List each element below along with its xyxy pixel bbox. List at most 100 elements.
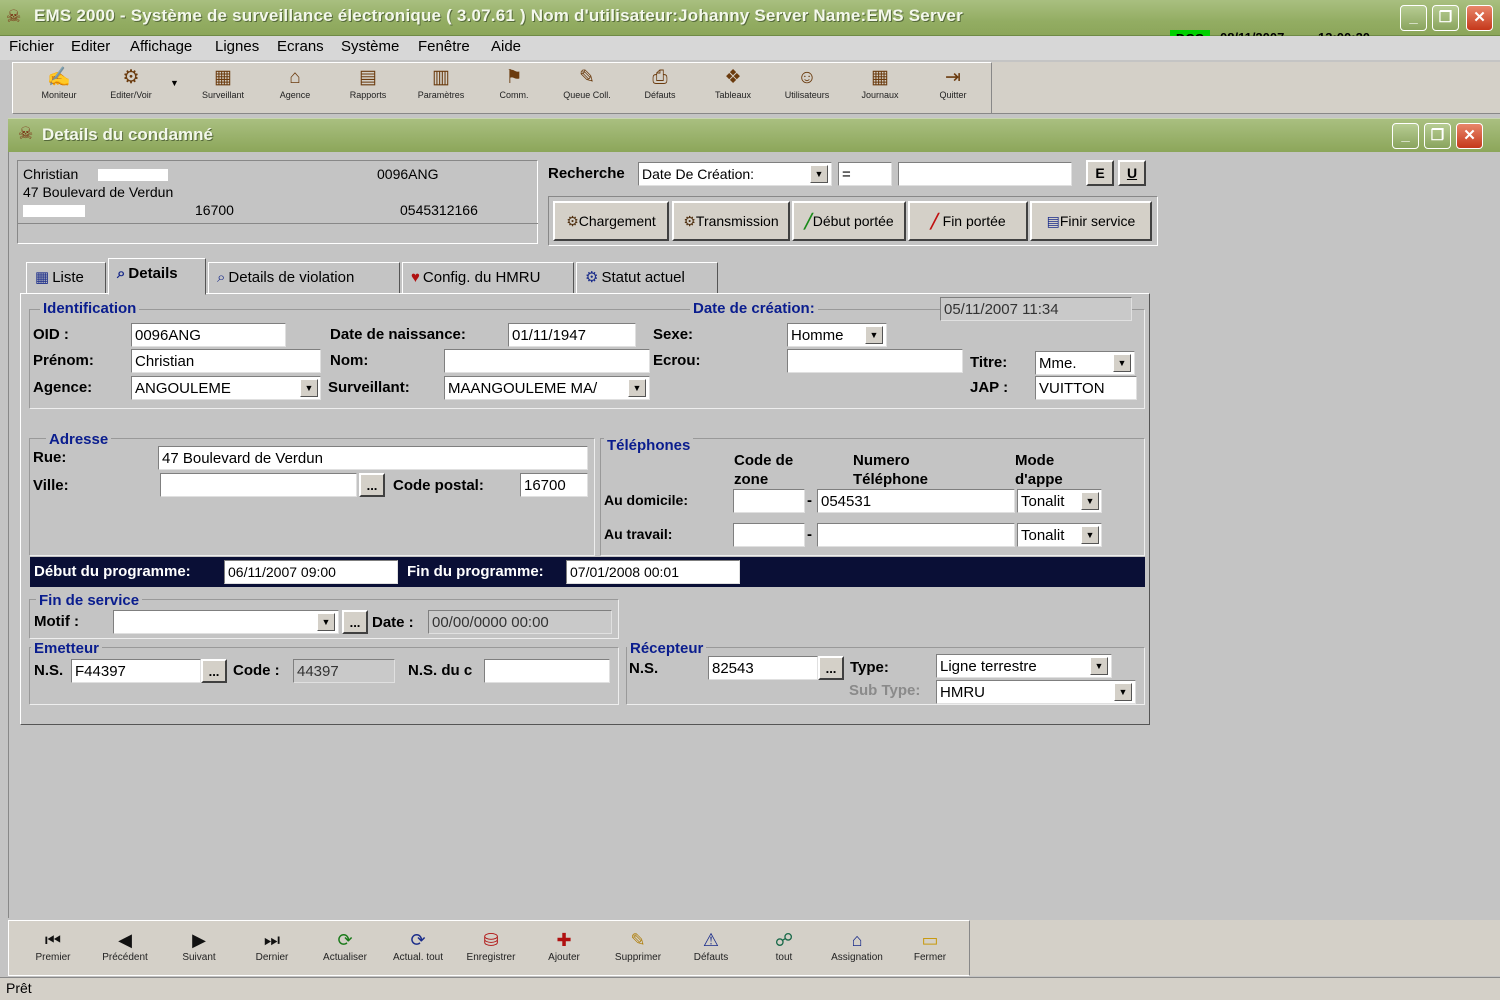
tab-config-hmru[interactable]: ♥ Config. du HMRU bbox=[402, 262, 574, 294]
surveillant-select[interactable]: MAANGOULEME MA/ bbox=[444, 376, 650, 400]
start-range-icon: ╱ bbox=[804, 213, 813, 229]
premier-button[interactable]: ⏮ Premier bbox=[18, 928, 88, 963]
dob-input[interactable]: 01/11/1947 bbox=[508, 323, 636, 347]
motif-select[interactable] bbox=[113, 610, 339, 634]
summary-postal-code: 16700 bbox=[195, 202, 234, 218]
child-close-button[interactable]: ✕ bbox=[1456, 123, 1483, 149]
jap-label: JAP : bbox=[970, 379, 1009, 396]
search-e-button[interactable]: E bbox=[1086, 160, 1114, 186]
search-criterion-chevron-down-icon[interactable]: ▼ bbox=[810, 165, 828, 183]
titre-chevron-down-icon[interactable]: ▼ bbox=[1113, 354, 1131, 372]
ville-input[interactable] bbox=[160, 473, 357, 497]
agence-select[interactable]: ANGOULEME bbox=[131, 376, 321, 400]
ecrou-input[interactable] bbox=[787, 349, 963, 373]
toolbar-utilisateurs-button[interactable]: ☺ Utilisateurs bbox=[772, 66, 842, 110]
rue-input[interactable]: 47 Boulevard de Verdun bbox=[158, 446, 588, 470]
actualiser-button[interactable]: ⟳ Actualiser bbox=[310, 928, 380, 963]
emetteur-ns-lookup-button[interactable]: ... bbox=[201, 659, 227, 683]
enregistrer-button[interactable]: ⛁ Enregistrer bbox=[456, 928, 526, 963]
menu-fichier[interactable]: Fichier bbox=[9, 38, 54, 55]
search-u-button[interactable]: U bbox=[1118, 160, 1146, 186]
child-minimize-button[interactable]: _ bbox=[1392, 123, 1419, 149]
motif-lookup-button[interactable]: ... bbox=[342, 610, 368, 634]
debut-portee-button[interactable]: ╱Début portée bbox=[792, 201, 906, 241]
emetteur-ns-input[interactable]: F44397 bbox=[71, 659, 201, 683]
sex-chevron-down-icon[interactable]: ▼ bbox=[865, 326, 883, 344]
recepteur-ns-lookup-button[interactable]: ... bbox=[818, 656, 844, 680]
toolbar-surveillant-button[interactable]: ▦ Surveillant bbox=[188, 66, 258, 110]
tab-liste[interactable]: ▦ Liste bbox=[26, 262, 106, 294]
menu-aide[interactable]: Aide bbox=[491, 38, 521, 55]
fin-programme-input[interactable]: 07/01/2008 00:01 bbox=[566, 560, 740, 584]
toolbar-tableaux-button[interactable]: ❖ Tableaux bbox=[698, 66, 768, 110]
recepteur-subtype-select[interactable]: HMRU bbox=[936, 680, 1136, 704]
tab-details-violation[interactable]: ⌕ Details de violation bbox=[208, 262, 400, 294]
supprimer-button[interactable]: ✎ Supprimer bbox=[603, 928, 673, 963]
finir-service-button[interactable]: ▤Finir service bbox=[1030, 201, 1152, 241]
search-value-input[interactable] bbox=[898, 162, 1072, 186]
travail-numero-input[interactable] bbox=[817, 523, 1015, 547]
toolbar-rapports-button[interactable]: ▤ Rapports bbox=[333, 66, 403, 110]
prenom-input[interactable]: Christian bbox=[131, 349, 321, 373]
domicile-zone-input[interactable] bbox=[733, 489, 805, 513]
chargement-button[interactable]: ⚙Chargement bbox=[553, 201, 669, 241]
actual-tout-button[interactable]: ⟳ Actual. tout bbox=[383, 928, 453, 963]
recepteur-subtype-chevron-down-icon[interactable]: ▼ bbox=[1114, 683, 1132, 701]
menu-ecrans[interactable]: Ecrans bbox=[277, 38, 324, 55]
surveillant-chevron-down-icon[interactable]: ▼ bbox=[628, 379, 646, 397]
maximize-button[interactable]: ❐ bbox=[1432, 5, 1459, 31]
toolbar-queue-coll-button[interactable]: ✎ Queue Coll. bbox=[552, 66, 622, 110]
recepteur-ns-input[interactable]: 82543 bbox=[708, 656, 818, 680]
code-postal-input[interactable]: 16700 bbox=[520, 473, 588, 497]
travail-zone-input[interactable] bbox=[733, 523, 805, 547]
emetteur-nsduc-input[interactable] bbox=[484, 659, 610, 683]
transmission-button[interactable]: ⚙Transmission bbox=[672, 201, 790, 241]
child-maximize-button[interactable]: ❐ bbox=[1424, 123, 1451, 149]
oid-input[interactable]: 0096ANG bbox=[131, 323, 286, 347]
toolbar-agence-button[interactable]: ⌂ Agence bbox=[260, 66, 330, 110]
recepteur-type-select[interactable]: Ligne terrestre bbox=[936, 654, 1112, 678]
menu-editer[interactable]: Editer bbox=[71, 38, 110, 55]
toolbar-moniteur-button[interactable]: ✍ Moniteur bbox=[24, 66, 94, 110]
defauts-button[interactable]: ⚠ Défauts bbox=[676, 928, 746, 963]
ville-lookup-button[interactable]: ... bbox=[359, 473, 385, 497]
date-fin-label: Date : bbox=[372, 614, 414, 631]
nom-input[interactable] bbox=[444, 349, 650, 373]
toolbar-parametres-button[interactable]: ▥ Paramètres bbox=[406, 66, 476, 110]
travail-mode-chevron-down-icon[interactable]: ▼ bbox=[1081, 526, 1099, 544]
toolbar-defauts-button[interactable]: ⎙ Défauts bbox=[625, 66, 695, 110]
menu-lignes[interactable]: Lignes bbox=[215, 38, 259, 55]
menu-fenetre[interactable]: Fenêtre bbox=[418, 38, 470, 55]
fin-portee-button[interactable]: ╱ Fin portée bbox=[908, 201, 1028, 241]
close-button[interactable]: ✕ bbox=[1466, 5, 1493, 31]
assignation-button[interactable]: ⌂ Assignation bbox=[822, 928, 892, 963]
search-criterion-select[interactable]: Date De Création: bbox=[638, 162, 832, 186]
ajouter-button[interactable]: ✚ Ajouter bbox=[529, 928, 599, 963]
toolbar-editer-voir-button[interactable]: ⚙ Editer/Voir bbox=[96, 66, 166, 110]
editer-voir-dropdown-icon[interactable]: ▼ bbox=[170, 78, 179, 88]
dernier-button[interactable]: ⏭ Dernier bbox=[237, 928, 307, 963]
tab-statut-actuel[interactable]: ⚙ Statut actuel bbox=[576, 262, 718, 294]
fermer-button[interactable]: ▭ Fermer bbox=[895, 928, 965, 963]
domicile-mode-chevron-down-icon[interactable]: ▼ bbox=[1081, 492, 1099, 510]
recepteur-type-chevron-down-icon[interactable]: ▼ bbox=[1090, 657, 1108, 675]
suivant-button[interactable]: ▶ Suivant bbox=[164, 928, 234, 963]
minimize-button[interactable]: _ bbox=[1400, 5, 1427, 31]
tout-button[interactable]: ☍ tout bbox=[749, 928, 819, 963]
jap-input[interactable]: VUITTON bbox=[1035, 376, 1137, 400]
agence-chevron-down-icon[interactable]: ▼ bbox=[300, 379, 318, 397]
domicile-numero-input[interactable]: 054531 bbox=[817, 489, 1015, 513]
menu-affichage[interactable]: Affichage bbox=[130, 38, 192, 55]
debut-programme-input[interactable]: 06/11/2007 09:00 bbox=[224, 560, 398, 584]
logs-icon: ▦ bbox=[871, 67, 889, 88]
summary-city-redacted bbox=[23, 205, 85, 217]
search-operator-input[interactable]: = bbox=[838, 162, 892, 186]
toolbar-comm-button[interactable]: ⚑ Comm. bbox=[479, 66, 549, 110]
precedent-button[interactable]: ◀ Précédent bbox=[90, 928, 160, 963]
toolbar-quitter-button[interactable]: ⇥ Quitter bbox=[918, 66, 988, 110]
toolbar-journaux-button[interactable]: ▦ Journaux bbox=[845, 66, 915, 110]
tab-details[interactable]: ⌕ Details bbox=[108, 258, 206, 295]
tables-icon: ❖ bbox=[724, 67, 742, 88]
motif-chevron-down-icon[interactable]: ▼ bbox=[317, 613, 335, 631]
menu-systeme[interactable]: Système bbox=[341, 38, 399, 55]
